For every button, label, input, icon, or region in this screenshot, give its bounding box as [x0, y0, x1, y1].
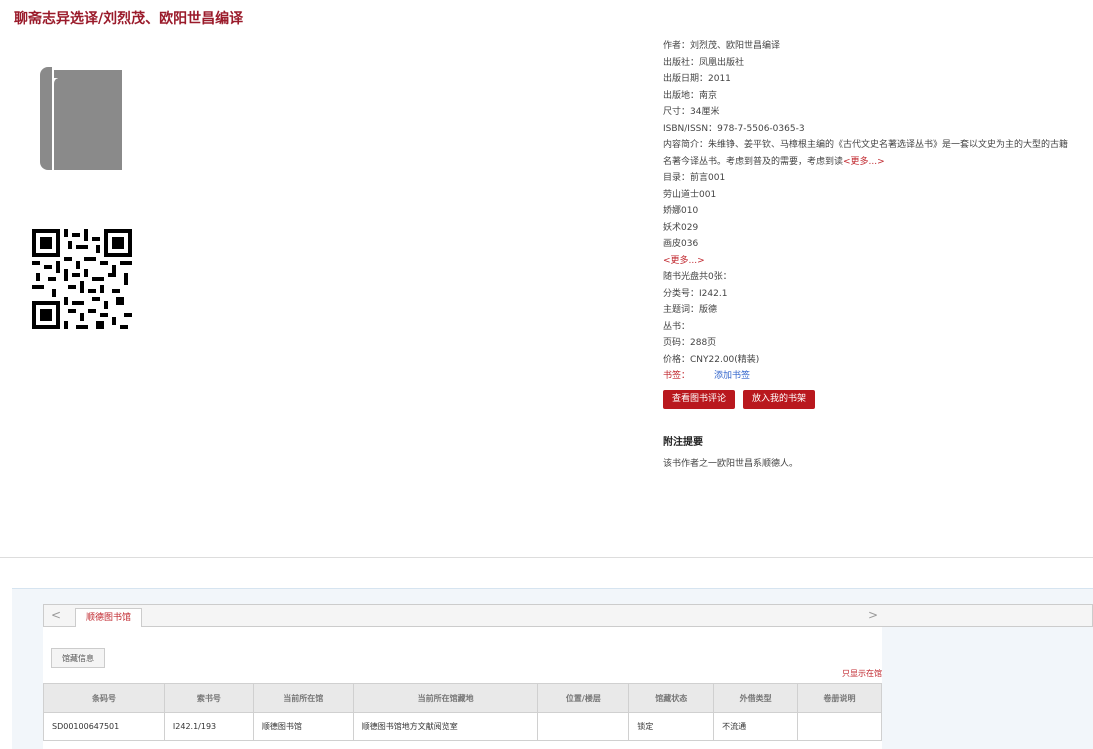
column-header: 卷册说明: [797, 683, 882, 713]
series-line: 丛书：: [663, 321, 691, 332]
table-header-row: 条码号 索书号 当前所在馆 当前所在馆藏地 位置/楼层 馆藏状态 外借类型 卷册…: [43, 683, 882, 713]
volume-note-cell: [797, 712, 882, 741]
only-in-library-link[interactable]: 只显示在馆: [842, 668, 882, 679]
author-line: 作者：刘烈茂、欧阳世昌编译: [663, 41, 781, 51]
call-number-cell: I242.1/193: [163, 712, 254, 741]
add-bookmark-link[interactable]: 添加书签: [714, 371, 750, 381]
toc-more-link[interactable]: <更多...>: [663, 253, 1073, 270]
location-cell: 顺德图书馆地方文献阅览室: [352, 712, 539, 741]
isbn-line: ISBN/ISSN：978-7-5506-0365-3: [663, 123, 805, 134]
notes-heading: 附注提要: [663, 436, 703, 448]
toc-line: 娇娜010: [663, 206, 699, 216]
tab-next-arrow-icon[interactable]: >: [868, 608, 878, 622]
tab-holdings-info[interactable]: 馆藏信息: [51, 648, 105, 668]
column-header: 条码号: [43, 683, 165, 713]
book-details: 作者：刘烈茂、欧阳世昌编译 出版社：凤凰出版社 出版日期：2011 出版地：南京…: [663, 38, 1073, 469]
view-reviews-button[interactable]: 查看图书评论: [663, 389, 736, 409]
column-header: 外借类型: [713, 683, 799, 713]
tab-prev-arrow-icon[interactable]: <: [51, 608, 61, 622]
column-header: 馆藏状态: [628, 683, 715, 713]
holdings-table: 条码号 索书号 当前所在馆 当前所在馆藏地 位置/楼层 馆藏状态 外借类型 卷册…: [43, 683, 882, 741]
class-no-line: 分类号：I242.1: [663, 288, 728, 299]
library-cell: 顺德图书馆: [252, 712, 354, 741]
column-header: 索书号: [163, 683, 254, 713]
qr-code: [32, 229, 132, 329]
bookmark-line: 书签： 添加书签: [663, 368, 1073, 385]
toc-line: 目录：前言001: [663, 173, 726, 183]
barcode-cell: SD00100647501: [43, 712, 165, 741]
table-row: SD00100647501 I242.1/193 顺德图书馆 顺德图书馆地方文献…: [43, 712, 882, 741]
cd-line: 随书光盘共0张：: [663, 272, 732, 282]
subject-line: 主题词：版德: [663, 305, 718, 315]
loan-type-cell: 不流通: [713, 712, 799, 741]
tab-shunde-library[interactable]: 顺德图书馆: [75, 608, 143, 628]
publisher-line: 出版社：凤凰出版社: [663, 57, 745, 68]
price-line: 价格：CNY22.00(精装): [663, 354, 760, 365]
shelf-cell: [537, 712, 630, 741]
page-title: 聊斋志异选译/刘烈茂、欧阳世昌编译: [14, 11, 244, 27]
column-header: 位置/楼层: [537, 683, 630, 713]
column-header: 当前所在馆藏地: [352, 683, 539, 713]
pub-place-line: 出版地：南京: [663, 90, 718, 101]
notes-text: 该书作者之一欧阳世昌系顺德人。: [663, 458, 799, 469]
bookmark-label: 书签：: [663, 371, 691, 381]
add-to-shelf-button[interactable]: 放入我的书架: [743, 389, 816, 409]
status-cell: 锁定: [628, 712, 715, 741]
summary-more-link[interactable]: <更多...>: [843, 157, 885, 167]
section-divider: [0, 557, 1093, 558]
toc-line: 画皮036: [663, 239, 699, 249]
pages-line: 页码：288页: [663, 338, 717, 348]
size-line: 尺寸：34厘米: [663, 107, 720, 117]
pub-date-line: 出版日期：2011: [663, 74, 731, 84]
action-buttons: 查看图书评论 放入我的书架: [663, 389, 1073, 409]
book-icon: [40, 67, 122, 170]
toc-line: 妖术029: [663, 222, 699, 233]
summary-line: 内容简介：朱维铮、姜平钦、马樟根主编的《古代文史名著选译丛书》是一套以文史为主的…: [663, 137, 1073, 170]
holdings-panel: 馆藏信息 只显示在馆 条码号 索书号 当前所在馆 当前所在馆藏地 位置/楼层 馆…: [43, 627, 882, 749]
library-tab-bar: < 顺德图书馆 >: [43, 604, 1093, 628]
column-header: 当前所在馆: [252, 683, 354, 713]
toc-line: 劳山道士001: [663, 189, 717, 200]
